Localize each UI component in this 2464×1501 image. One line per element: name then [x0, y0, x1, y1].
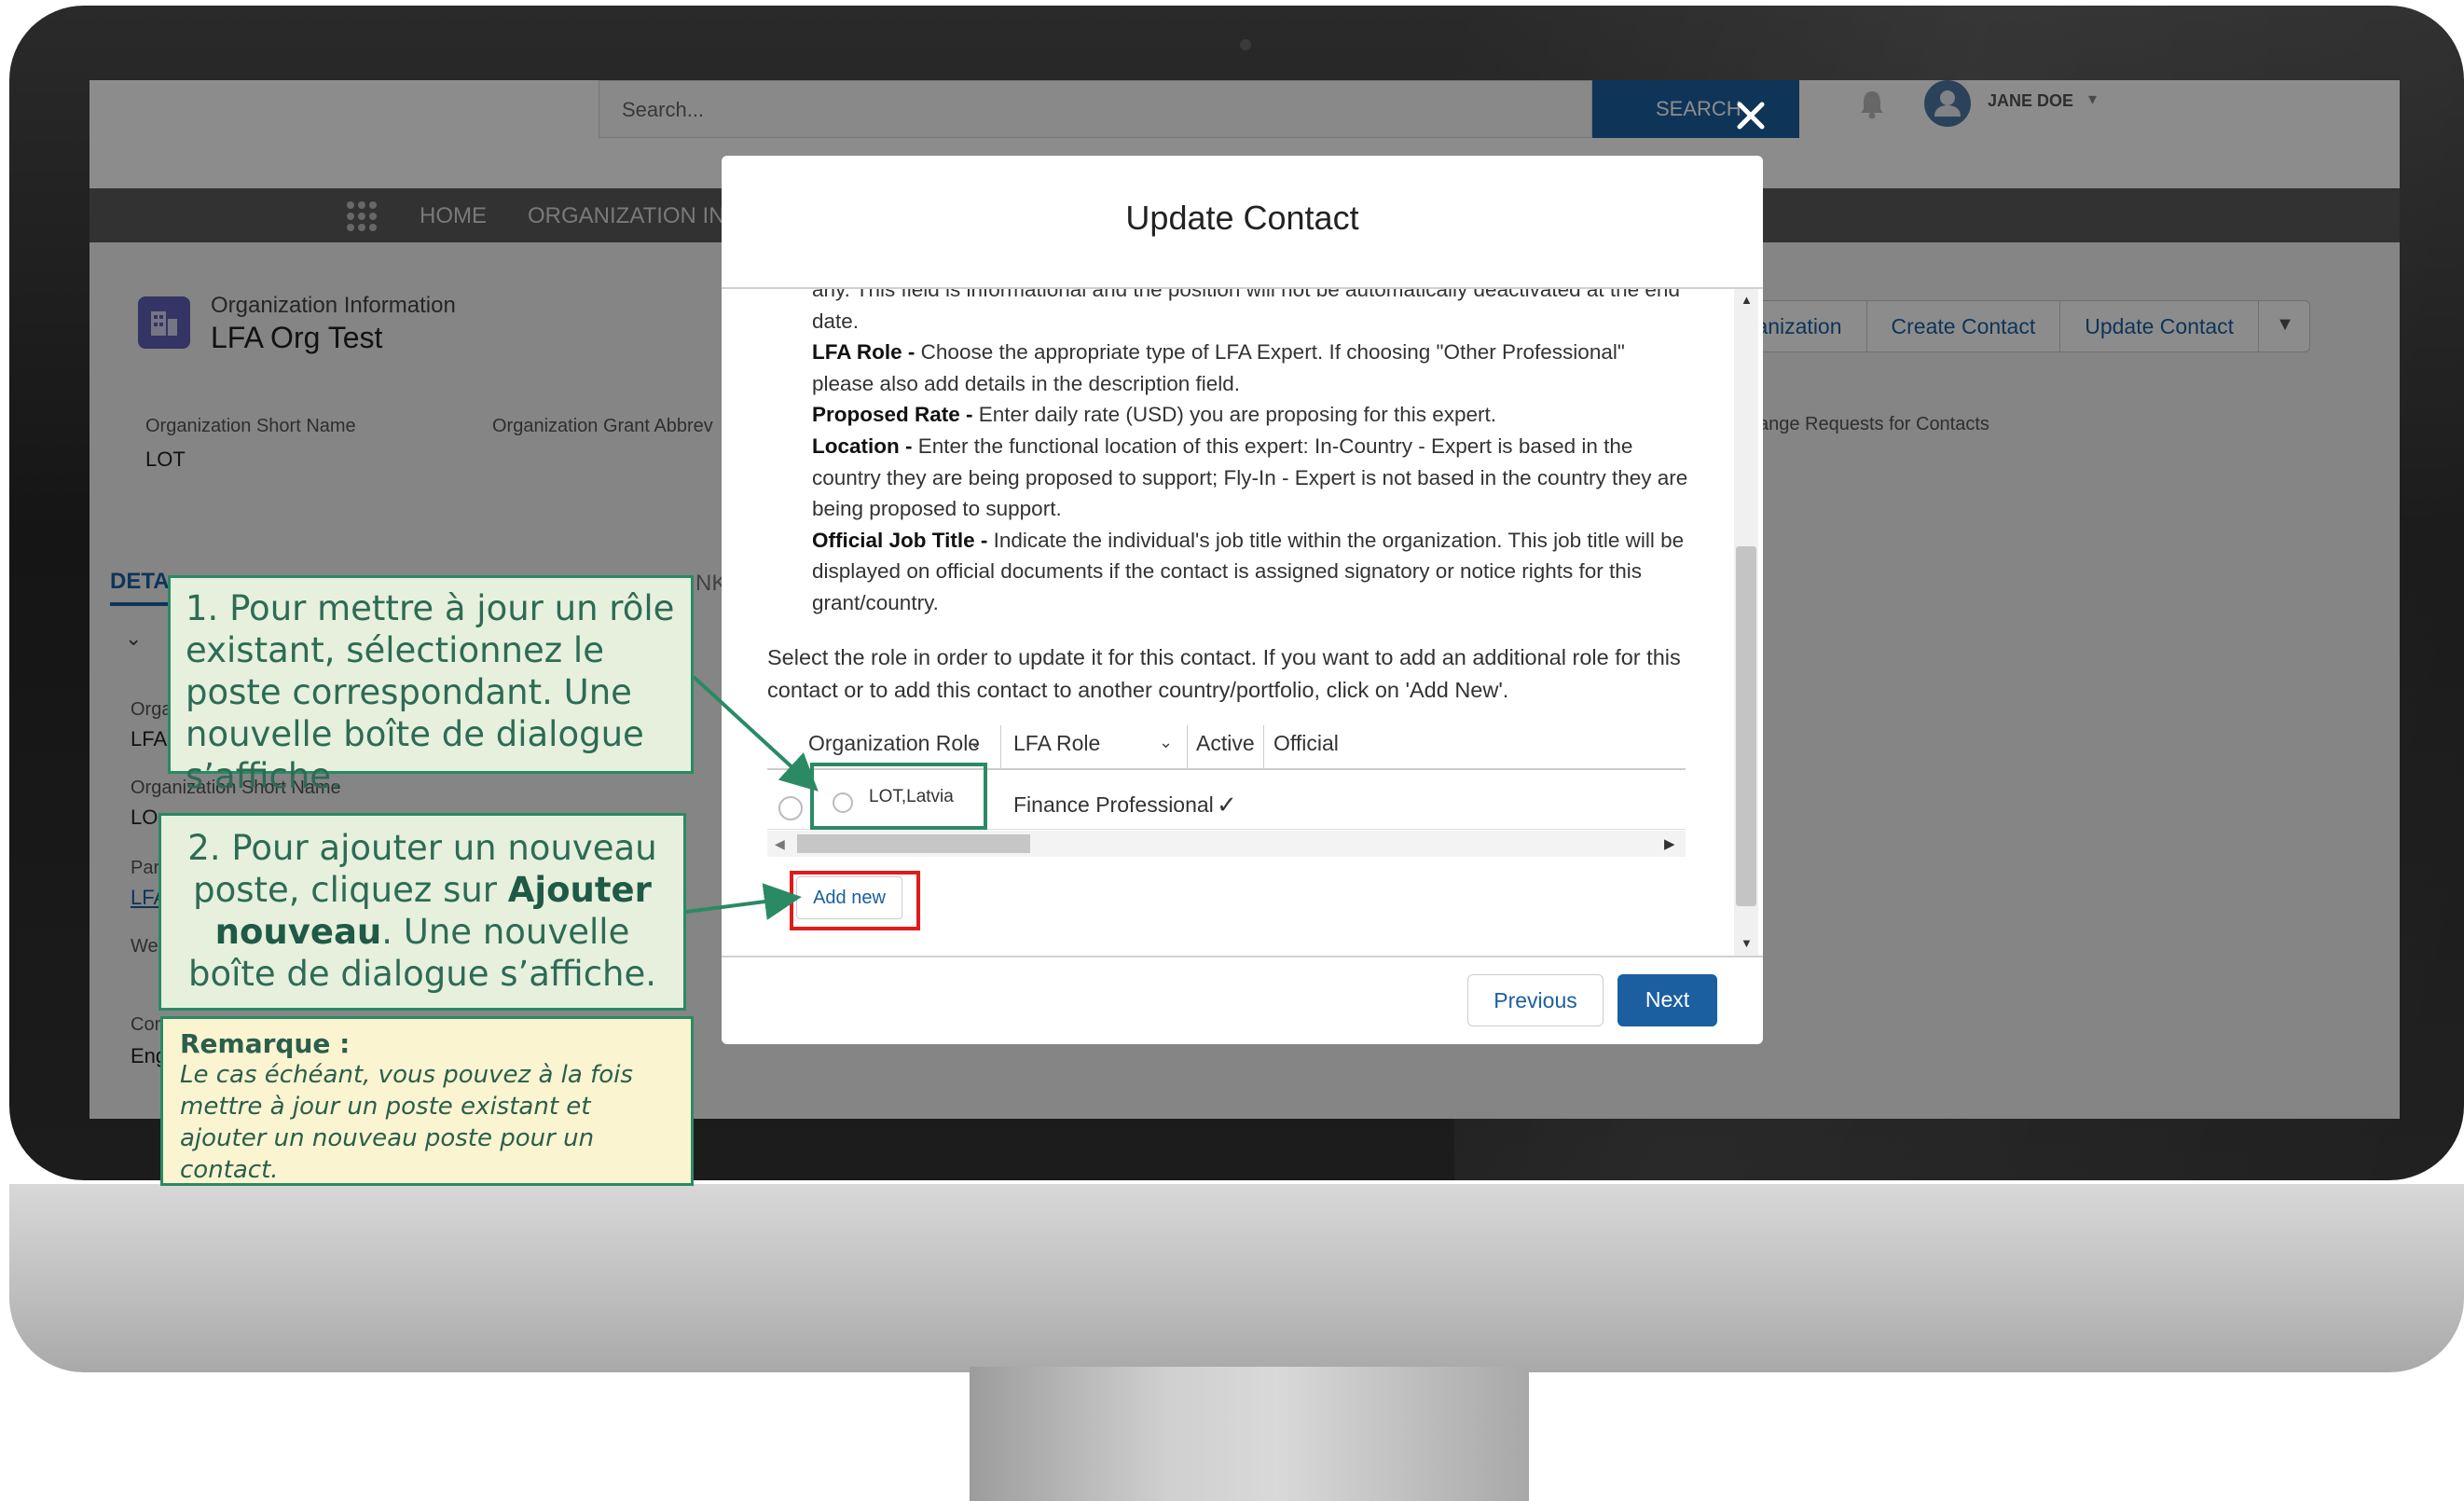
- horizontal-scroll-thumb[interactable]: [797, 834, 1030, 853]
- cell-lfa-role: Finance Professional: [1013, 792, 1214, 817]
- close-icon[interactable]: [1732, 97, 1769, 134]
- help-rate-label: Proposed Rate -: [812, 403, 979, 427]
- camera-dot: [1240, 39, 1251, 50]
- help-rate: Proposed Rate - Enter daily rate (USD) y…: [812, 399, 1688, 431]
- note-body: Le cas échéant, vous pouvez à la fois me…: [180, 1061, 633, 1184]
- chevron-down-icon[interactable]: ⌄: [969, 733, 983, 752]
- help-text: any. This field is informational and the…: [812, 289, 1688, 619]
- highlight-add-new: [790, 871, 920, 930]
- help-lfa-role: LFA Role - Choose the appropriate type o…: [812, 337, 1688, 399]
- note-box: Remarque : Le cas échéant, vous pouvez à…: [160, 1016, 694, 1186]
- monitor-stand: [970, 1367, 1529, 1501]
- callout-step1: 1. Pour mettre à jour un rôle existant, …: [168, 575, 694, 796]
- horizontal-scrollbar[interactable]: ◀ ▶: [767, 831, 1686, 857]
- help-location: Location - Enter the functional location…: [812, 431, 1688, 525]
- check-icon: ✓: [1217, 791, 1237, 819]
- scroll-right-icon[interactable]: ▶: [1664, 835, 1675, 852]
- col-lfa-role[interactable]: LFA Role: [1013, 718, 1100, 770]
- help-lfa-role-label: LFA Role -: [812, 340, 921, 365]
- next-button[interactable]: Next: [1617, 974, 1717, 1026]
- help-rate-text: Enter daily rate (USD) you are proposing…: [978, 403, 1497, 427]
- vertical-scrollbar[interactable]: ▲ ▼: [1734, 289, 1758, 956]
- help-job-title-label: Official Job Title -: [812, 528, 994, 552]
- callout-step2: 2. Pour ajouter un nouveau poste, clique…: [158, 813, 686, 1011]
- row-select-radio[interactable]: [778, 796, 803, 820]
- chevron-down-icon[interactable]: ⌄: [1159, 733, 1173, 752]
- modal-footer-divider: [722, 956, 1763, 957]
- modal-title: Update Contact: [1125, 199, 1359, 237]
- vertical-scroll-thumb[interactable]: [1736, 546, 1756, 906]
- help-location-label: Location -: [812, 434, 918, 458]
- help-lfa-role-text: Choose the appropriate type of LFA Exper…: [812, 340, 1625, 395]
- tutorial-stage: Search... SEARCH JANE DOE ▾ HOME ORGANIZ…: [0, 0, 2464, 1501]
- scroll-up-icon[interactable]: ▲: [1741, 293, 1753, 307]
- highlight-existing-role: [810, 763, 987, 830]
- note-title: Remarque :: [180, 1028, 351, 1059]
- col-divider: [1000, 725, 1001, 770]
- scroll-left-icon[interactable]: ◀: [775, 836, 785, 852]
- scroll-down-icon[interactable]: ▼: [1741, 936, 1753, 950]
- help-location-text: Enter the functional location of this ex…: [812, 434, 1688, 521]
- previous-button[interactable]: Previous: [1467, 974, 1604, 1026]
- col-divider: [1263, 725, 1264, 770]
- col-divider: [1187, 725, 1188, 770]
- col-active[interactable]: Active: [1196, 718, 1255, 770]
- col-official[interactable]: Official: [1273, 718, 1339, 770]
- help-line-end-date: any. This field is informational and the…: [812, 289, 1680, 333]
- help-job-title: Official Job Title - Indicate the indivi…: [812, 525, 1688, 619]
- monitor-chin: [9, 1184, 2464, 1372]
- instruction-text: Select the role in order to update it fo…: [767, 645, 1681, 702]
- modal-body: any. This field is informational and the…: [722, 289, 1763, 956]
